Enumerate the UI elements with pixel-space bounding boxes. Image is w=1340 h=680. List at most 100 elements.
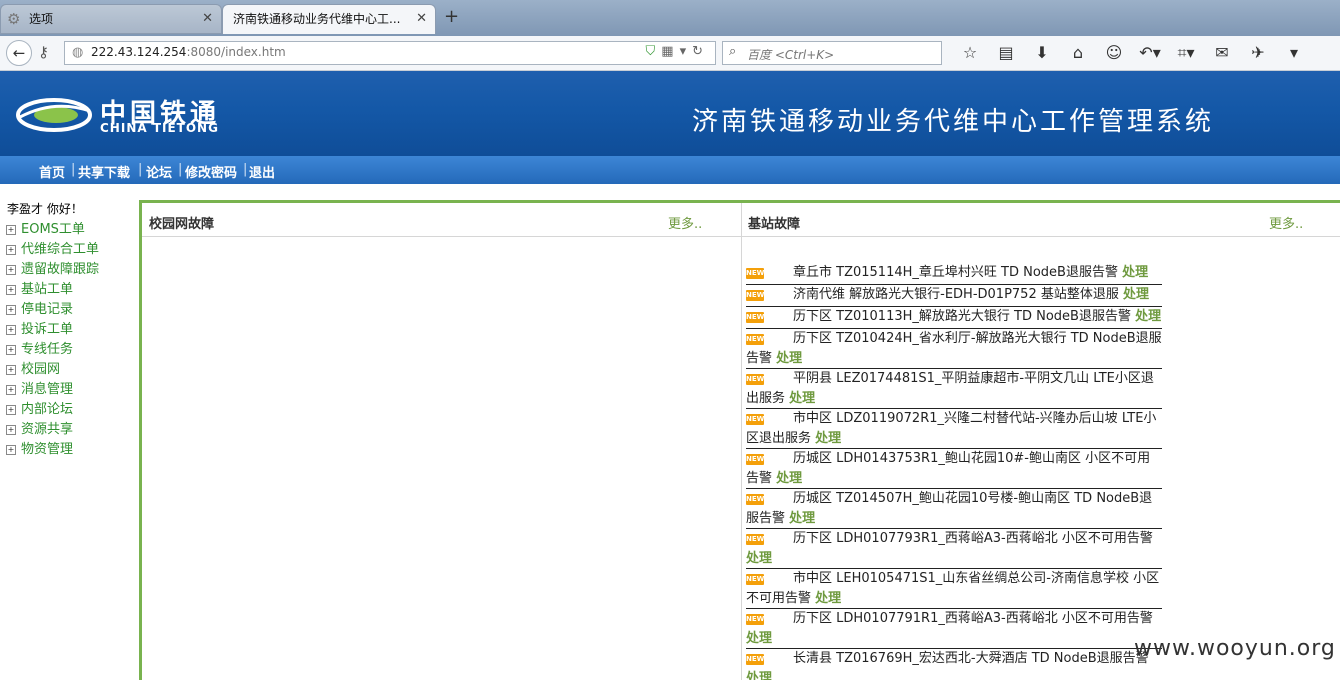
new-badge-icon: NEW bbox=[746, 454, 765, 465]
sidebar-item-maintenance-orders[interactable]: + 代维综合工单 bbox=[6, 238, 99, 257]
url-text: 222.43.124.254:8080/index.htm bbox=[91, 45, 286, 59]
sidebar-item-resource-sharing[interactable]: + 资源共享 bbox=[6, 418, 74, 437]
menu-home[interactable]: 首页 bbox=[39, 162, 65, 181]
alarm-text: 历下区 TZ010113H_解放路光大银行 TD NodeB退服告警 bbox=[793, 309, 1131, 324]
crop-icon[interactable]: ⌗▾ bbox=[1168, 43, 1204, 63]
menu-forum[interactable]: 论坛 bbox=[146, 162, 172, 181]
sidebar-item-label: 物资管理 bbox=[21, 442, 74, 457]
browser-toolbar: ☆ ▤ ⬇ ⌂ ☺ ↶▾ ⌗▾ ✉ ✈ ▾ bbox=[952, 43, 1312, 63]
sidebar-item-label: 基站工单 bbox=[21, 282, 74, 297]
alarm-text: 历下区 TZ010424H_省水利厅-解放路光大银行 TD NodeB退服告警 bbox=[746, 331, 1162, 366]
extension-icon[interactable]: ✈ bbox=[1240, 43, 1276, 62]
alarm-text: 历城区 LDH0143753R1_鲍山花园10#-鲍山南区 小区不可用告警 bbox=[746, 451, 1151, 486]
alarm-process-link[interactable]: 处理 bbox=[789, 511, 815, 526]
bookmark-star-icon[interactable]: ☆ bbox=[952, 43, 988, 62]
sidebar-item-leased-line[interactable]: + 专线任务 bbox=[6, 338, 74, 357]
sidebar-item-label: 专线任务 bbox=[21, 342, 74, 357]
sidebar-item-eoms[interactable]: + EOMS工单 bbox=[6, 218, 85, 237]
alarm-process-link[interactable]: 处理 bbox=[1135, 309, 1161, 324]
url-bar-icons[interactable]: ⛉▦▾↻ bbox=[646, 44, 709, 59]
expand-icon[interactable]: + bbox=[6, 445, 16, 455]
alarm-process-link[interactable]: 处理 bbox=[746, 551, 772, 566]
menu-change-password[interactable]: 修改密码 bbox=[185, 162, 237, 181]
expand-icon[interactable]: + bbox=[6, 265, 16, 275]
new-badge-icon: NEW bbox=[746, 574, 765, 585]
sidebar-item-label: 资源共享 bbox=[21, 422, 74, 437]
alarm-process-link[interactable]: 处理 bbox=[746, 671, 772, 680]
browser-tab-options[interactable]: ⚙ 选项 ✕ bbox=[0, 4, 222, 34]
sidebar-item-complaints[interactable]: + 投诉工单 bbox=[6, 318, 73, 337]
sidebar-item-station-orders[interactable]: + 基站工单 bbox=[6, 278, 74, 297]
search-icon: ⌕ bbox=[729, 44, 737, 59]
main-menu-bar: 首页 | 共享下载 | 论坛 | 修改密码 | 退出 bbox=[0, 156, 1340, 184]
globe-icon: ◍ bbox=[72, 45, 84, 60]
alarm-text: 市中区 LEH0105471S1_山东省丝绸总公司-济南信息学校 小区不可用告警 bbox=[746, 571, 1160, 606]
alarm-process-link[interactable]: 处理 bbox=[815, 431, 841, 446]
close-icon[interactable]: ✕ bbox=[416, 5, 427, 33]
smiley-icon[interactable]: ☺ bbox=[1096, 43, 1132, 62]
sidebar-item-internal-forum[interactable]: + 内部论坛 bbox=[6, 398, 74, 417]
expand-icon[interactable]: + bbox=[6, 285, 16, 295]
alarm-process-link[interactable]: 处理 bbox=[789, 391, 815, 406]
reading-list-icon[interactable]: ▤ bbox=[988, 43, 1024, 62]
download-icon[interactable]: ⬇ bbox=[1024, 43, 1060, 62]
sidebar-item-campus-network[interactable]: + 校园网 bbox=[6, 358, 60, 377]
new-badge-icon: NEW bbox=[746, 334, 765, 345]
alarm-item: NEW 历下区 TZ010113H_解放路光大银行 TD NodeB退服告警 处理 bbox=[746, 307, 1162, 329]
search-box[interactable]: ⌕ 百度 <Ctrl+K> bbox=[722, 41, 942, 65]
new-badge-icon: NEW bbox=[746, 290, 765, 301]
menu-separator: | bbox=[243, 162, 248, 177]
expand-icon[interactable]: + bbox=[6, 305, 16, 315]
address-bar[interactable]: ◍ 222.43.124.254:8080/index.htm ⛉▦▾↻ bbox=[64, 41, 716, 65]
sidebar-item-messages[interactable]: + 消息管理 bbox=[6, 378, 74, 397]
expand-icon[interactable]: + bbox=[6, 225, 16, 235]
chat-icon[interactable]: ✉ bbox=[1204, 43, 1240, 62]
alarm-process-link[interactable]: 处理 bbox=[746, 631, 772, 646]
back-button[interactable]: ← bbox=[6, 40, 32, 66]
sidebar-item-label: 内部论坛 bbox=[21, 402, 74, 417]
expand-icon[interactable]: + bbox=[6, 425, 16, 435]
expand-icon[interactable]: + bbox=[6, 345, 16, 355]
expand-icon[interactable]: + bbox=[6, 365, 16, 375]
alarm-process-link[interactable]: 处理 bbox=[1122, 265, 1148, 280]
alarm-item: NEW 历城区 TZ014507H_鲍山花园10号楼-鲍山南区 TD NodeB退… bbox=[746, 489, 1162, 529]
key-icon[interactable]: ⚷ bbox=[38, 43, 49, 61]
new-badge-icon: NEW bbox=[746, 534, 765, 545]
panel-divider bbox=[741, 203, 742, 680]
expand-icon[interactable]: + bbox=[6, 245, 16, 255]
expand-icon[interactable]: + bbox=[6, 325, 16, 335]
alarm-text: 济南代维 解放路光大银行-EDH-D01P752 基站整体退服 bbox=[793, 287, 1119, 302]
shield-icon[interactable]: ⛉ bbox=[646, 44, 662, 59]
menu-shared-download[interactable]: 共享下载 bbox=[78, 162, 130, 181]
station-fault-more-link[interactable]: 更多.. bbox=[1269, 213, 1303, 232]
browser-tab-active[interactable]: 济南铁通移动业务代维中心工... ✕ bbox=[222, 4, 436, 34]
gear-icon: ⚙ bbox=[7, 10, 21, 28]
sidebar-item-power-outage[interactable]: + 停电记录 bbox=[6, 298, 73, 317]
logo-english-text: CHINA TIETONG bbox=[100, 121, 219, 135]
sidebar-item-legacy-faults[interactable]: + 遗留故障跟踪 bbox=[6, 258, 100, 277]
new-badge-icon: NEW bbox=[746, 312, 765, 323]
alarm-item: NEW 市中区 LDZ0119072R1_兴隆二村替代站-兴隆办后山坡 LTE小区… bbox=[746, 409, 1162, 449]
alarm-process-link[interactable]: 处理 bbox=[776, 471, 802, 486]
alarm-process-link[interactable]: 处理 bbox=[1123, 287, 1149, 302]
alarm-item: NEW 长清县 TZ016769H_宏达西北-大舜酒店 TD NodeB退服告警 … bbox=[746, 649, 1162, 680]
close-icon[interactable]: ✕ bbox=[202, 5, 213, 33]
sidebar-item-label: 消息管理 bbox=[21, 382, 74, 397]
menu-chevron-icon[interactable]: ▾ bbox=[1276, 43, 1312, 62]
campus-fault-more-link[interactable]: 更多.. bbox=[668, 213, 702, 232]
sidebar-item-label: 遗留故障跟踪 bbox=[21, 262, 100, 277]
menu-separator: | bbox=[178, 162, 183, 177]
menu-logout[interactable]: 退出 bbox=[249, 162, 275, 181]
new-tab-icon[interactable]: + bbox=[444, 6, 459, 27]
alarm-item: NEW 平阴县 LEZ0174481S1_平阴益康超市-平阴文几山 LTE小区退出… bbox=[746, 369, 1162, 409]
expand-icon[interactable]: + bbox=[6, 385, 16, 395]
undo-icon[interactable]: ↶▾ bbox=[1132, 43, 1168, 62]
expand-icon[interactable]: + bbox=[6, 405, 16, 415]
app-header: 中国铁通 CHINA TIETONG 济南铁通移动业务代维中心工作管理系统 bbox=[0, 71, 1340, 156]
alarm-process-link[interactable]: 处理 bbox=[815, 591, 841, 606]
sidebar-item-materials[interactable]: + 物资管理 bbox=[6, 438, 74, 457]
tab-label: 选项 bbox=[29, 12, 54, 26]
alarm-item: NEW 历城区 LDH0143753R1_鲍山花园10#-鲍山南区 小区不可用告警… bbox=[746, 449, 1162, 489]
alarm-process-link[interactable]: 处理 bbox=[776, 351, 802, 366]
home-icon[interactable]: ⌂ bbox=[1060, 43, 1096, 62]
